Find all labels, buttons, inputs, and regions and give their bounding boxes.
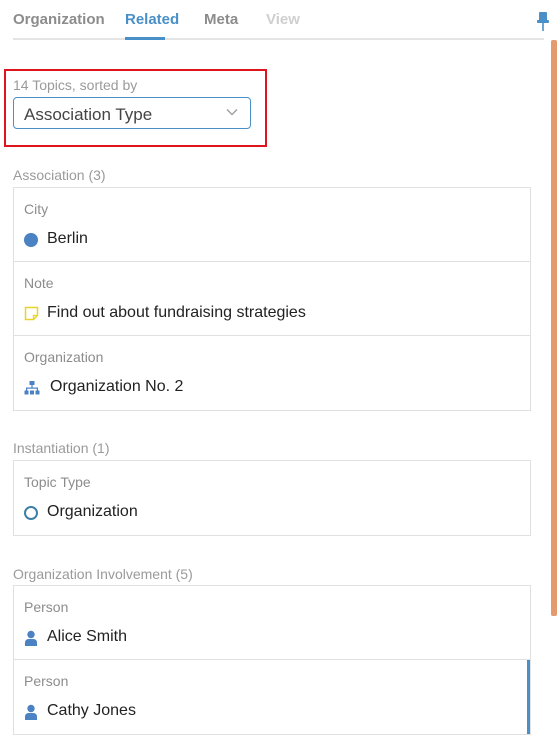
tab-view: View xyxy=(266,11,300,28)
tab-related[interactable]: Related xyxy=(125,11,179,29)
sort-select[interactable]: Association Type xyxy=(13,97,251,129)
item-name: Find out about fundraising strategies xyxy=(47,304,306,321)
related-panel: Organization Related Meta View 14 Topics… xyxy=(0,0,557,738)
list-item[interactable]: Person Cathy Jones xyxy=(14,660,530,734)
item-name: Alice Smith xyxy=(47,628,128,645)
item-name: Organization xyxy=(47,503,138,520)
user-icon xyxy=(25,630,37,646)
tab-divider xyxy=(13,38,544,40)
item-type: City xyxy=(24,201,49,217)
list-item[interactable]: City Berlin xyxy=(14,188,530,262)
list-item[interactable]: Organization Organization No. 2 xyxy=(14,336,530,410)
item-name: Organization No. 2 xyxy=(50,378,184,395)
group-instantiation-list: Topic Type Organization xyxy=(13,460,531,536)
group-title-organization-involvement: Organization Involvement (5) xyxy=(13,566,193,582)
tab-organization[interactable]: Organization xyxy=(13,11,105,29)
circle-filled-icon xyxy=(24,233,38,247)
group-organization-involvement-list: Person Alice Smith Person Cathy Jones xyxy=(13,585,531,735)
circle-outline-icon xyxy=(24,506,38,520)
sitemap-icon xyxy=(24,381,40,395)
note-icon xyxy=(24,306,39,321)
user-icon xyxy=(25,704,37,720)
item-type: Person xyxy=(24,673,69,689)
tab-bar: Organization Related Meta View xyxy=(0,0,557,40)
item-type: Topic Type xyxy=(24,474,91,490)
group-title-instantiation: Instantiation (1) xyxy=(13,440,110,456)
item-type: Person xyxy=(24,599,69,615)
list-item[interactable]: Note Find out about fundraising strategi… xyxy=(14,262,530,336)
tab-meta[interactable]: Meta xyxy=(204,11,238,29)
item-name: Cathy Jones xyxy=(47,702,136,719)
group-title-association: Association (3) xyxy=(13,167,106,183)
group-association-list: City Berlin Note Find out about fundrais… xyxy=(13,187,531,411)
item-type: Organization xyxy=(24,349,104,365)
list-item[interactable]: Person Alice Smith xyxy=(14,586,530,660)
chevron-down-icon xyxy=(226,109,238,116)
sort-select-value: Association Type xyxy=(24,105,153,124)
sort-label: 14 Topics, sorted by xyxy=(13,77,138,93)
scrollbar-thumb[interactable] xyxy=(551,40,557,616)
pin-icon[interactable] xyxy=(536,10,550,32)
item-name: Berlin xyxy=(47,230,88,247)
item-type: Note xyxy=(24,275,54,291)
active-tab-indicator xyxy=(125,37,165,40)
list-item[interactable]: Topic Type Organization xyxy=(14,461,530,535)
